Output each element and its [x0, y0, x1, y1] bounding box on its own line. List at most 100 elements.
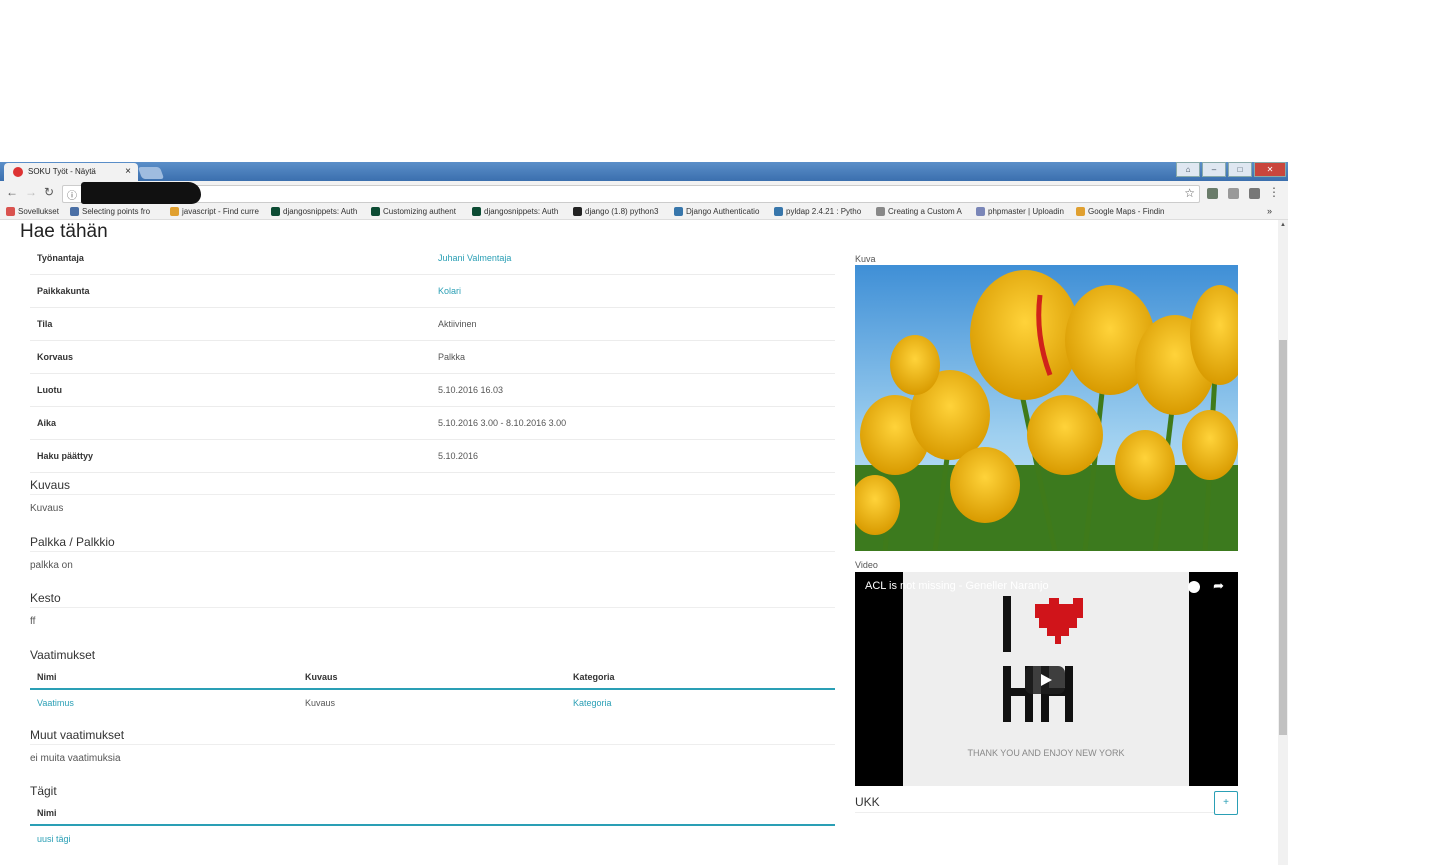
add-ukk-button[interactable]: +	[1214, 791, 1238, 815]
back-icon[interactable]: ←	[6, 185, 18, 199]
detail-key: Työnantaja	[37, 253, 84, 263]
bookmark-icon	[976, 207, 985, 217]
section-text: ff	[30, 616, 36, 627]
i-love-hh-graphic	[1003, 596, 1083, 722]
close-window-icon[interactable]: ✕	[1254, 162, 1286, 177]
info-icon[interactable]: ⓘ	[67, 187, 77, 202]
bookmark-item[interactable]: django (1.8) python3	[573, 207, 659, 217]
section-text: palkka on	[30, 560, 73, 571]
bookmark-star-icon[interactable]: ☆	[1184, 186, 1195, 200]
bookmark-label: Selecting points fro	[82, 207, 151, 216]
page-content: Hae tähän Työnantaja Juhani Valmentaja Pai…	[0, 220, 1278, 865]
section-heading: UKK	[855, 795, 1238, 813]
minimize-icon[interactable]: –	[1202, 162, 1226, 177]
window-controls: ⌂ – □ ✕	[1176, 162, 1286, 177]
share-icon[interactable]: ➦	[1213, 578, 1224, 594]
forward-icon[interactable]: →	[25, 185, 37, 199]
tag-link[interactable]: uusi tägi	[37, 834, 71, 844]
detail-row: Tila Aktiivinen	[30, 308, 835, 341]
browser-toolbar: ← → ↻ ⓘ ☆ ⋮	[0, 181, 1288, 205]
maximize-icon[interactable]: □	[1228, 162, 1252, 177]
bookmarks-bar: Sovellukset Selecting points fro javascrip…	[0, 205, 1288, 220]
column-header: Kategoria	[573, 672, 615, 682]
menu-icon[interactable]: ⋮	[1268, 185, 1280, 199]
extension-icon[interactable]	[1228, 188, 1239, 199]
bookmark-icon	[774, 207, 783, 217]
section-text: ei muita vaatimuksia	[30, 753, 121, 764]
bookmark-item[interactable]: Customizing authent	[371, 207, 456, 217]
video-label: Video	[855, 560, 878, 570]
detail-key: Tila	[37, 319, 53, 329]
detail-key: Paikkakunta	[37, 286, 90, 296]
detail-key: Haku päättyy	[37, 451, 94, 461]
table-header: Nimi Kuvaus Kategoria	[30, 662, 835, 690]
bookmark-label: djangosnippets: Auth	[484, 207, 559, 216]
bookmark-icon	[573, 207, 582, 217]
bookmark-label: Sovellukset	[18, 207, 59, 216]
scrollbar-thumb[interactable]	[1279, 340, 1287, 735]
table-header: Nimi	[30, 798, 835, 826]
bookmark-label: pyldap 2.4.21 : Pytho	[786, 207, 862, 216]
scroll-up-icon[interactable]: ▲	[1280, 222, 1286, 228]
table-row: uusi tägi	[30, 826, 835, 848]
vaatimus-link[interactable]: Vaatimus	[37, 698, 74, 708]
section-heading: Palkka / Palkkio	[30, 535, 835, 552]
video-player[interactable]: ACL is not missing - Geneller Naranjo ➦ …	[855, 572, 1238, 786]
reload-icon[interactable]: ↻	[44, 185, 54, 199]
bookmark-item[interactable]: phpmaster | Uploadin	[976, 207, 1064, 217]
browser-tab[interactable]: SOKU Työt - Näytä ×	[4, 163, 138, 181]
bookmark-label: phpmaster | Uploadin	[988, 207, 1064, 216]
address-bar[interactable]: ⓘ ☆	[62, 182, 1200, 204]
detail-value: 5.10.2016 3.00 - 8.10.2016 3.00	[438, 418, 567, 428]
bookmark-label: Google Maps - Findin	[1088, 207, 1165, 216]
bookmark-item[interactable]: Google Maps - Findin	[1076, 207, 1165, 217]
kategoria-link[interactable]: Kategoria	[573, 698, 612, 708]
detail-value: Palkka	[438, 352, 466, 362]
tab-bar: SOKU Työt - Näytä × ⌂ – □ ✕	[0, 162, 1288, 181]
user-icon[interactable]: ⌂	[1176, 162, 1200, 177]
bookmark-item[interactable]: Creating a Custom A	[876, 207, 962, 217]
new-tab-button[interactable]	[137, 167, 165, 179]
bookmark-icon	[371, 207, 380, 217]
detail-key: Aika	[37, 418, 57, 428]
detail-row: Haku päättyy 5.10.2016	[30, 440, 835, 473]
bookmark-icon	[271, 207, 280, 217]
video-caption: THANK YOU AND ENJOY NEW YORK	[967, 748, 1125, 758]
bookmark-label: Django Authenticatio	[686, 207, 760, 216]
kuva-label: Kuva	[855, 254, 876, 264]
detail-link[interactable]: Kolari	[438, 286, 461, 296]
bookmark-item[interactable]: djangosnippets: Auth	[271, 207, 357, 217]
tab-close-icon[interactable]: ×	[125, 163, 131, 181]
bookmark-item[interactable]: Selecting points fro	[70, 207, 151, 217]
bookmark-item[interactable]: Django Authenticatio	[674, 207, 760, 217]
kesto-section: Kesto ff	[30, 591, 835, 627]
redacted-url	[81, 182, 201, 204]
bookmark-item[interactable]: pyldap 2.4.21 : Pytho	[774, 207, 862, 217]
detail-value: 5.10.2016 16.03	[438, 385, 504, 395]
bookmark-item[interactable]: javascript - Find curre	[170, 207, 259, 217]
play-button[interactable]	[1025, 666, 1065, 694]
extension-icon[interactable]	[1207, 188, 1218, 199]
bookmark-item[interactable]: Sovellukset	[6, 207, 59, 217]
extension-icon[interactable]	[1249, 188, 1260, 199]
detail-link[interactable]: Juhani Valmentaja	[438, 253, 511, 263]
table-row: Vaatimus Kuvaus Kategoria	[30, 690, 835, 712]
detail-key: Luotu	[37, 385, 62, 395]
bookmark-icon	[876, 207, 885, 217]
bookmark-icon	[6, 207, 15, 217]
details-list: Työnantaja Juhani Valmentaja Paikkakunta Ko…	[30, 242, 835, 473]
detail-value: Aktiivinen	[438, 319, 477, 329]
bookmark-icon	[70, 207, 79, 217]
video-title[interactable]: ACL is not missing - Geneller Naranjo	[865, 580, 1049, 592]
bookmark-label: django (1.8) python3	[585, 207, 659, 216]
scrollbar[interactable]: ▲	[1278, 220, 1288, 865]
detail-row: Aika 5.10.2016 3.00 - 8.10.2016 3.00	[30, 407, 835, 440]
column-header: Nimi	[37, 672, 57, 682]
bookmark-label: Creating a Custom A	[888, 207, 962, 216]
section-heading: Kuvaus	[30, 478, 835, 495]
watch-later-icon[interactable]	[1188, 581, 1200, 593]
bookmarks-more-icon[interactable]: »	[1267, 206, 1272, 216]
bookmark-item[interactable]: djangosnippets: Auth	[472, 207, 559, 217]
table-cell: Kuvaus	[305, 698, 336, 708]
section-heading: Muut vaatimukset	[30, 728, 835, 745]
